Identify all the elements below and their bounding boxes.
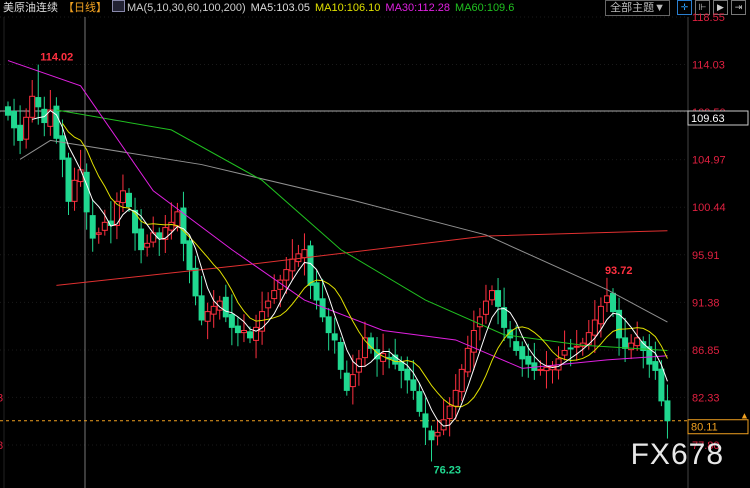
candle-body: [337, 341, 344, 370]
candle-body: [422, 413, 429, 428]
candle-body: [83, 171, 90, 213]
candle-body: [126, 192, 132, 208]
candle-body: [464, 347, 471, 373]
candle-body: [495, 290, 502, 307]
candle-body: [119, 190, 126, 204]
candlestick-chart[interactable]: 118.55114.03109.50104.97100.4495.9191.38…: [0, 0, 750, 488]
low-annotation: 76.23: [434, 464, 462, 476]
candle-body: [410, 379, 417, 391]
candle-body: [416, 391, 423, 412]
candle-body: [23, 116, 30, 140]
candle-body: [295, 253, 302, 263]
candle-body: [234, 325, 241, 334]
candle-body: [210, 305, 217, 315]
ma200-line: [56, 230, 668, 286]
high2-annotation: 93.72: [605, 265, 633, 277]
candle-body: [168, 221, 175, 231]
candle-body: [222, 296, 229, 318]
candle-body: [634, 337, 641, 347]
candle-body: [664, 400, 671, 422]
candle-body: [77, 169, 84, 183]
y-tick-label: 100.44: [692, 202, 726, 214]
candle-body: [289, 258, 296, 272]
candle-body: [603, 295, 610, 304]
candle-body: [349, 374, 356, 388]
candle-body: [29, 95, 36, 118]
candle-body: [17, 124, 24, 141]
candle-body: [11, 110, 18, 129]
candle-body: [658, 368, 665, 402]
candle-body: [489, 290, 495, 301]
candle-body: [101, 221, 108, 231]
candle-body: [95, 232, 102, 235]
candle-body: [265, 300, 272, 309]
candle-body: [35, 97, 42, 108]
y-tick-label: 118.55: [692, 12, 725, 24]
candle-body: [513, 341, 520, 351]
candle-body: [331, 333, 338, 341]
candle-body: [561, 349, 568, 356]
candle-body: [519, 346, 526, 360]
candle-body: [313, 282, 320, 301]
candle-body: [162, 227, 169, 240]
y-tick-label: 104.97: [692, 155, 726, 167]
candle-body: [428, 430, 435, 441]
candle-body: [144, 242, 151, 248]
candle-body: [573, 345, 580, 348]
candle-body: [543, 366, 550, 372]
candle-body: [59, 135, 66, 160]
candle-body: [458, 368, 465, 393]
y-tick-label: 86.85: [692, 345, 720, 357]
candle-body: [591, 319, 598, 336]
current-price-label: 80.11: [691, 422, 718, 434]
candle-body: [198, 295, 205, 321]
candle-body: [240, 330, 247, 334]
candle-body: [228, 313, 235, 328]
candle-body: [597, 305, 604, 325]
candle-body: [71, 179, 78, 202]
candle-body: [204, 311, 211, 322]
candle-body: [537, 368, 544, 371]
y-tick-label: 91.38: [692, 297, 720, 309]
candle-body: [89, 215, 96, 239]
candle-body: [501, 307, 508, 328]
candle-body: [452, 389, 459, 407]
candle-body: [446, 405, 453, 420]
high-annotation: 114.02: [40, 52, 73, 64]
candle-body: [53, 105, 60, 139]
y-tick-label: 114.03: [692, 59, 725, 71]
candle-body: [622, 337, 629, 349]
y-tick-label: 82.33: [692, 392, 720, 404]
y-tick-label: 95.91: [692, 250, 720, 262]
left-tick-label: 8: [0, 440, 3, 452]
candle-body: [5, 106, 11, 116]
candle-body: [253, 326, 260, 341]
candle-body: [610, 292, 616, 313]
candle-body: [525, 355, 532, 365]
candle-body: [247, 331, 253, 339]
left-tick-label: 3: [0, 392, 3, 404]
watermark: FX678: [630, 438, 724, 471]
candle-body: [65, 157, 72, 202]
candle-body: [404, 368, 411, 381]
candle-body: [174, 211, 181, 227]
ma5-line: [32, 109, 668, 427]
candle-body: [192, 267, 199, 297]
candle-body: [482, 300, 489, 315]
candle-body: [283, 269, 290, 281]
candle-body: [138, 228, 145, 251]
candle-body: [301, 249, 308, 259]
price-marker-icon: ▲: [740, 411, 749, 421]
candle-body: [186, 240, 193, 271]
candle-body: [567, 347, 574, 350]
candle-body: [41, 108, 48, 124]
candle-body: [325, 316, 332, 334]
candle-body: [271, 290, 278, 300]
candle-body: [434, 431, 441, 437]
crosshair-price-label: 109.63: [691, 113, 725, 125]
candle-body: [343, 372, 350, 391]
candle-body: [652, 361, 659, 371]
ma60-line: [56, 109, 668, 351]
